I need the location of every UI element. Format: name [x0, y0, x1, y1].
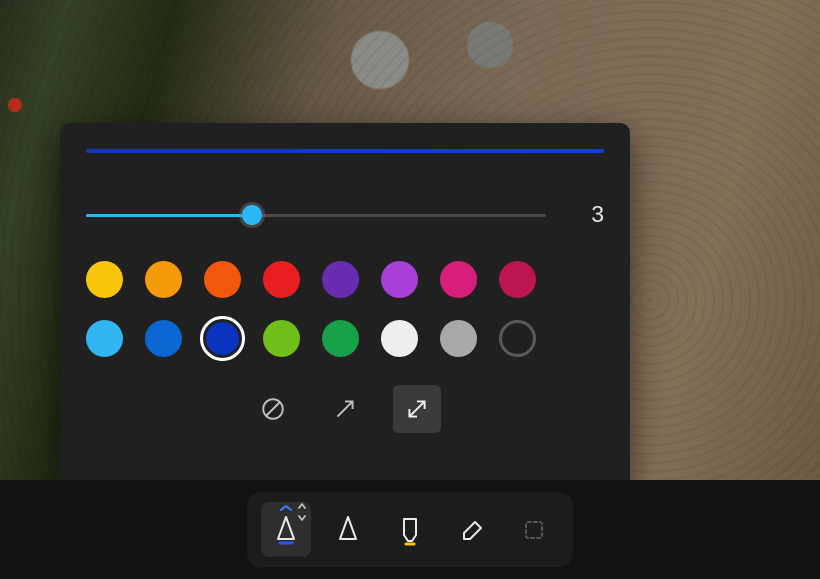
stroke-preview: [86, 149, 604, 153]
swatch-red[interactable]: [263, 261, 300, 298]
tool-highlighter[interactable]: [385, 502, 435, 557]
width-value: 3: [584, 201, 604, 228]
tool-pen-arrow[interactable]: [261, 502, 311, 557]
width-slider[interactable]: [86, 207, 546, 223]
swatch-none[interactable]: [499, 320, 536, 357]
arrow-style-none[interactable]: [249, 385, 297, 433]
swatch-blue[interactable]: [200, 316, 245, 361]
swatch-sky[interactable]: [86, 320, 123, 357]
swatch-purple[interactable]: [381, 261, 418, 298]
swatch-deep-orange[interactable]: [204, 261, 241, 298]
swatch-lime[interactable]: [263, 320, 300, 357]
swatch-green[interactable]: [322, 320, 359, 357]
pen-settings-popup: 3: [60, 123, 630, 492]
tool-pen-plain[interactable]: [323, 502, 373, 557]
markup-toolbar: [0, 480, 820, 579]
width-slider-row: 3: [86, 201, 604, 228]
tool-eraser[interactable]: [447, 502, 497, 557]
swatch-white[interactable]: [381, 320, 418, 357]
swatch-violet[interactable]: [322, 261, 359, 298]
arrow-style-row: [86, 385, 604, 433]
swatch-magenta[interactable]: [440, 261, 477, 298]
arrow-style-double[interactable]: [393, 385, 441, 433]
swatch-yellow[interactable]: [86, 261, 123, 298]
slider-thumb[interactable]: [242, 205, 262, 225]
color-swatch-grid: [86, 261, 561, 357]
tool-shape[interactable]: [509, 502, 559, 557]
swatch-crimson[interactable]: [499, 261, 536, 298]
tool-pad: [247, 492, 573, 567]
arrow-style-single[interactable]: [321, 385, 369, 433]
swatch-gray[interactable]: [440, 320, 477, 357]
swatch-orange[interactable]: [145, 261, 182, 298]
swatch-azure[interactable]: [145, 320, 182, 357]
slider-fill: [86, 214, 252, 217]
